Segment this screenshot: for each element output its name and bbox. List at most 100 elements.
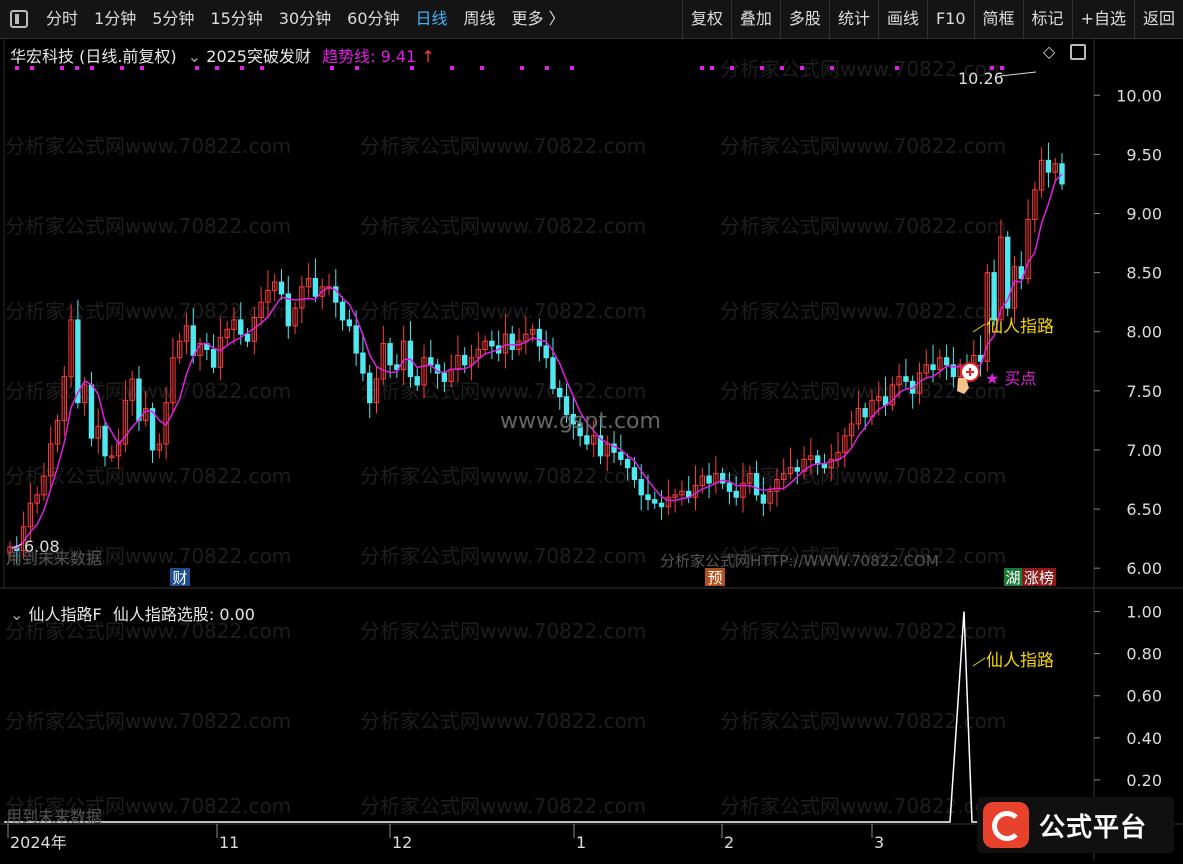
candles <box>7 142 1065 564</box>
period-tab-6[interactable]: 日线 <box>408 0 456 38</box>
collapse-icon[interactable]: ⌄ <box>188 47 201 66</box>
site-watermark: 分析家公式网HTTP://WWW.70822.COM <box>660 552 939 570</box>
xtick-label-1: 11 <box>219 833 239 852</box>
sub-value-label: 仙人指路选股: <box>112 605 215 624</box>
watermark-25: 分析家公式网www.70822.com <box>360 794 646 818</box>
logo-text: 公式平台 <box>1039 812 1148 843</box>
sub-collapse-icon[interactable]: ⌄ <box>10 605 23 624</box>
candle-body <box>550 357 556 389</box>
diamond-icon[interactable]: ◇ <box>1043 42 1055 61</box>
stock-title: 华宏科技 (日线.前复权) <box>10 47 177 66</box>
sub-ytick-label-1: 0.40 <box>1126 729 1162 748</box>
trend-label: 趋势线: <box>322 47 376 66</box>
signal-dot-26 <box>895 66 899 70</box>
marker-yu: 预 <box>707 569 722 587</box>
sub-indicator-title[interactable]: 仙人指路F <box>29 605 102 624</box>
watermark-19: 分析家公式网www.70822.com <box>360 619 646 643</box>
center-watermark: www.gspt.com <box>500 409 661 434</box>
period-tab-0[interactable]: 分时 <box>38 0 86 38</box>
candle-body <box>428 357 434 366</box>
sub-panel-header: ⌄ 仙人指路F 仙人指路选股: 0.00 <box>10 601 255 625</box>
watermark-6: 分析家公式网www.70822.com <box>5 299 291 323</box>
function-button-3[interactable]: 统计 <box>828 0 878 38</box>
candle-body <box>190 325 196 356</box>
panel-max-icon[interactable] <box>1070 44 1086 60</box>
function-button-0[interactable]: 复权 <box>681 0 731 38</box>
ytick-label-5: 8.50 <box>1126 264 1162 283</box>
signal-dot-17 <box>545 66 549 70</box>
toolbar: 分时 1分钟 5分钟 15分钟 30分钟 60分钟 日线 周线 更多 〉 复权 叠加 多股 统计 画线 F… <box>0 0 1183 39</box>
ytick-label-0: 6.00 <box>1126 559 1162 578</box>
watermark-2: 分析家公式网www.70822.com <box>720 134 1006 158</box>
candle-body <box>733 490 739 498</box>
high-price-label: 10.26 <box>958 69 1004 88</box>
candle-body <box>509 333 515 350</box>
sub-ytick-label-3: 0.80 <box>1126 645 1162 664</box>
watermark-16: 分析家公式网www.70822.com <box>360 544 646 568</box>
ytick-label-6: 9.00 <box>1126 205 1162 224</box>
panel-toggle-icon[interactable] <box>10 10 28 28</box>
watermark-3: 分析家公式网www.70822.com <box>5 214 291 238</box>
period-tab-3[interactable]: 15分钟 <box>202 0 270 38</box>
candle-body <box>360 352 366 374</box>
candle-body <box>726 482 733 492</box>
candle-body <box>367 372 373 404</box>
function-button-7[interactable]: 标记 <box>1022 0 1072 38</box>
candle-body <box>339 301 346 321</box>
period-tabs: 分时 1分钟 5分钟 15分钟 30分钟 60分钟 日线 周线 更多 〉 <box>38 0 573 38</box>
watermark-4: 分析家公式网www.70822.com <box>360 214 646 238</box>
chart-area[interactable]: 分析家公式网www.70822.com 分析家公式网www.70822.com 分析… <box>0 37 1183 860</box>
function-button-1[interactable]: 叠加 <box>730 0 780 38</box>
signal-dot-19 <box>700 66 704 70</box>
candle-body <box>584 435 590 445</box>
candle-body <box>536 328 543 347</box>
buy-label: ★ 买点 <box>985 369 1036 388</box>
watermark-0: 分析家公式网www.70822.com <box>5 134 291 158</box>
period-tab-4[interactable]: 30分钟 <box>271 0 339 38</box>
xtick-label-2: 12 <box>392 833 412 852</box>
signal-dot-15 <box>480 66 484 70</box>
candle-body <box>991 272 997 321</box>
ytick-label-1: 6.50 <box>1126 500 1162 519</box>
period-tab-8[interactable]: 更多 〉 <box>504 0 573 38</box>
signal-label: 仙人指路 <box>986 317 1054 337</box>
function-button-8[interactable]: +自选 <box>1071 0 1134 38</box>
function-button-9[interactable]: 返回 <box>1133 0 1183 38</box>
gspt-logo-icon <box>983 802 1029 848</box>
signal-dot-25 <box>830 66 834 70</box>
signal-dot-20 <box>710 66 714 70</box>
function-button-6[interactable]: 简框 <box>973 0 1023 38</box>
signal-dot-16 <box>520 66 524 70</box>
candle-body <box>387 343 393 366</box>
candle-body <box>794 467 801 472</box>
indicator-name[interactable]: 2025突破发财 <box>206 47 311 66</box>
xtick-label-3: 1 <box>576 833 586 852</box>
period-tab-1[interactable]: 1分钟 <box>86 0 144 38</box>
watermark-23: 分析家公式网www.70822.com <box>720 709 1006 733</box>
candle-body <box>1045 159 1052 173</box>
candle-body <box>238 319 244 335</box>
sub-signal-arrow <box>972 657 986 667</box>
watermark-9: 分析家公式网www.70822.com <box>5 379 291 403</box>
candle-body <box>760 494 767 504</box>
function-button-2[interactable]: 多股 <box>779 0 829 38</box>
main-panel-header: 华宏科技 (日线.前复权) ⌄ 2025突破发财 趋势线: 9.41 ↑ <box>10 43 435 67</box>
period-tab-2[interactable]: 5分钟 <box>144 0 202 38</box>
sub-ytick-label-2: 0.60 <box>1126 687 1162 706</box>
period-tab-5[interactable]: 60分钟 <box>339 0 407 38</box>
candle-body <box>278 281 285 295</box>
candle-body <box>88 384 95 439</box>
signal-dot-18 <box>570 66 574 70</box>
ytick-label-2: 7.00 <box>1126 441 1162 460</box>
candle-body <box>489 340 495 347</box>
watermark-10: 分析家公式网www.70822.com <box>360 379 646 403</box>
candle-body <box>706 475 712 484</box>
kline-chart[interactable]: 分析家公式网www.70822.com 分析家公式网www.70822.com 分析… <box>0 37 1183 860</box>
function-button-5[interactable]: F10 <box>926 0 974 38</box>
sub-value: 0.00 <box>219 605 255 624</box>
watermark-7: 分析家公式网www.70822.com <box>360 299 646 323</box>
trend-arrow-icon: ↑ <box>421 47 435 66</box>
period-tab-7[interactable]: 周线 <box>456 0 504 38</box>
candle-body <box>638 479 644 496</box>
function-button-4[interactable]: 画线 <box>877 0 927 38</box>
